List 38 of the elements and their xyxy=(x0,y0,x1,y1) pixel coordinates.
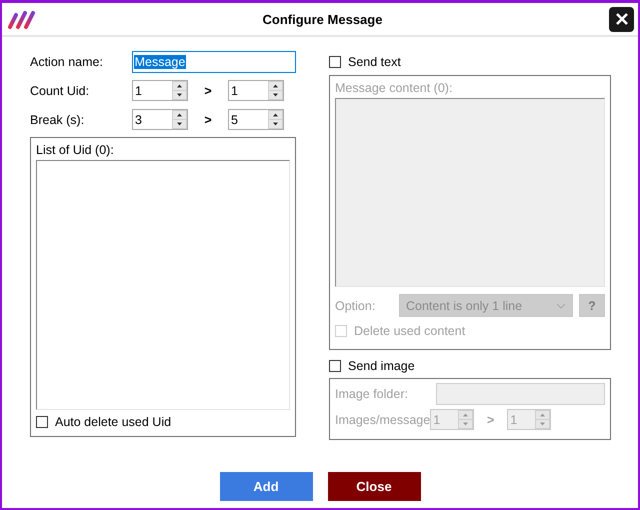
field-label: Image folder: xyxy=(335,387,408,401)
field-label: Option: xyxy=(335,298,376,312)
app-logo-icon xyxy=(8,8,36,30)
help-button[interactable]: ? xyxy=(579,294,605,317)
close-button[interactable] xyxy=(609,6,634,32)
field-label: Images/message xyxy=(335,412,430,426)
chevron-down-icon xyxy=(556,302,566,308)
close-icon xyxy=(614,12,628,26)
number-spinner[interactable]: 1 xyxy=(228,80,284,101)
range-separator: > xyxy=(203,84,213,98)
field-label: Break (s): xyxy=(30,112,86,126)
range-separator: > xyxy=(203,112,213,126)
range-separator: > xyxy=(486,412,496,426)
number-spinner[interactable]: 3 xyxy=(132,109,188,130)
spinner-arrows-icon[interactable] xyxy=(268,81,283,100)
field-label: Action name: xyxy=(30,55,104,69)
number-spinner[interactable]: 1 xyxy=(132,80,188,101)
checkbox[interactable] xyxy=(329,360,341,372)
checkbox-label: Delete used content xyxy=(354,324,466,338)
group-label: Message content (0): xyxy=(335,81,454,95)
number-spinner[interactable]: 1 xyxy=(507,409,552,430)
checkbox-label: Send text xyxy=(348,55,401,69)
image-folder-field[interactable] xyxy=(436,383,605,405)
spinner-arrows-icon[interactable] xyxy=(172,81,187,100)
checkbox-label: Auto delete used Uid xyxy=(55,415,172,429)
number-spinner[interactable]: 1 xyxy=(430,409,474,430)
checkbox[interactable] xyxy=(329,56,341,68)
checkbox[interactable] xyxy=(36,416,48,428)
number-spinner[interactable]: 5 xyxy=(228,109,284,130)
field-label: Count Uid: xyxy=(30,84,90,98)
action-name-field[interactable]: Message xyxy=(132,51,296,73)
group-label: List of Uid (0): xyxy=(36,143,115,157)
checkbox-label: Send image xyxy=(348,359,415,373)
spinner-arrows-icon[interactable] xyxy=(268,110,283,129)
window-title: Configure Message xyxy=(262,12,384,26)
close-dialog-button[interactable]: Close xyxy=(328,472,420,501)
add-button[interactable]: Add xyxy=(220,472,312,501)
spinner-arrows-icon[interactable] xyxy=(172,110,187,129)
